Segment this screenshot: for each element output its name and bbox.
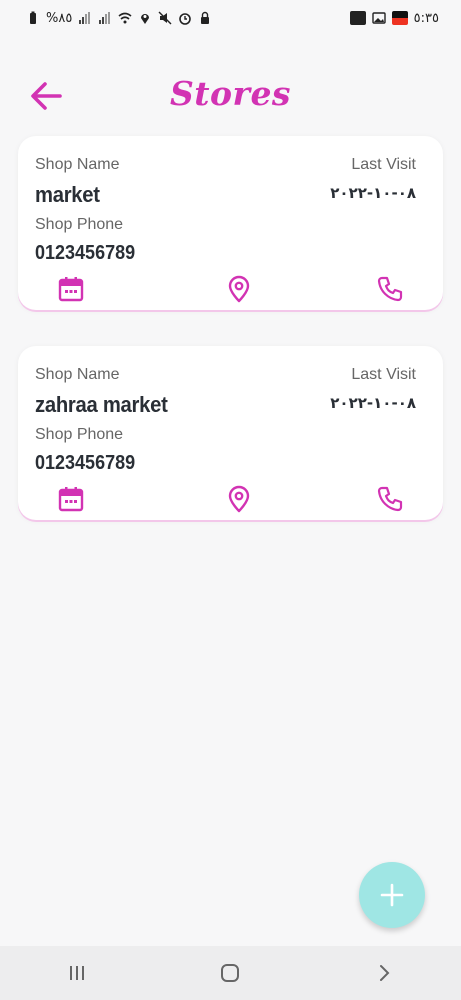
app-badge-icon	[349, 11, 366, 25]
home-icon	[221, 964, 240, 982]
recent-apps-icon	[69, 966, 84, 980]
home-button[interactable]	[210, 953, 250, 993]
signal-icon	[98, 11, 112, 25]
call-button[interactable]	[374, 483, 406, 515]
system-back-button[interactable]	[364, 953, 404, 993]
signal-icon	[78, 11, 92, 25]
calendar-icon	[58, 277, 84, 302]
shop-phone-label: Shop Phone	[35, 426, 124, 443]
shop-name-label: Shop Name	[35, 156, 120, 173]
page-title: Stores	[169, 74, 292, 113]
wifi-icon	[118, 11, 132, 25]
shop-phone-label: Shop Phone	[35, 216, 124, 233]
last-visit-date: ٠٨-١٠-٢٠٢٢	[330, 394, 416, 412]
lock-icon	[198, 11, 212, 25]
status-bar-right: ٥:٣٥	[349, 10, 439, 26]
alarm-icon	[178, 11, 192, 25]
back-chevron-icon	[380, 965, 390, 981]
call-button[interactable]	[374, 273, 406, 305]
last-visit-label: Last Visit	[351, 366, 416, 383]
shop-name: zahraa market	[35, 392, 168, 417]
phone-icon	[377, 276, 403, 302]
calendar-button[interactable]	[55, 273, 87, 305]
app-bar: Stores	[0, 60, 461, 132]
shop-phone: 0123456789	[35, 242, 136, 264]
location-pin-icon	[228, 275, 250, 303]
location-icon	[138, 11, 152, 25]
app-badge-icon	[391, 11, 408, 25]
shop-name: market	[35, 182, 100, 207]
plus-icon	[380, 883, 404, 907]
store-card[interactable]: Shop Name market Shop Phone 0123456789 L…	[18, 136, 443, 310]
calendar-button[interactable]	[55, 483, 87, 515]
add-store-button[interactable]	[359, 862, 425, 928]
last-visit-label: Last Visit	[351, 156, 416, 173]
last-visit-date: ٠٨-١٠-٢٠٢٢	[330, 184, 416, 202]
shop-phone: 0123456789	[35, 452, 136, 474]
battery-icon	[26, 11, 40, 25]
phone-icon	[377, 486, 403, 512]
mute-icon	[158, 11, 172, 25]
calendar-icon	[58, 487, 84, 512]
gallery-icon	[371, 11, 386, 25]
store-card[interactable]: Shop Name zahraa market Shop Phone 01234…	[18, 346, 443, 520]
status-time: ٥:٣٥	[413, 10, 439, 26]
shop-name-label: Shop Name	[35, 366, 120, 383]
status-bar: %٨٥ ٥:٣٥	[0, 0, 461, 36]
status-bar-left: %٨٥	[26, 11, 212, 26]
location-pin-icon	[228, 485, 250, 513]
battery-percent: %٨٥	[46, 10, 73, 26]
location-button[interactable]	[223, 483, 255, 515]
location-button[interactable]	[223, 273, 255, 305]
navigation-bar	[0, 946, 461, 1000]
recent-apps-button[interactable]	[57, 953, 97, 993]
